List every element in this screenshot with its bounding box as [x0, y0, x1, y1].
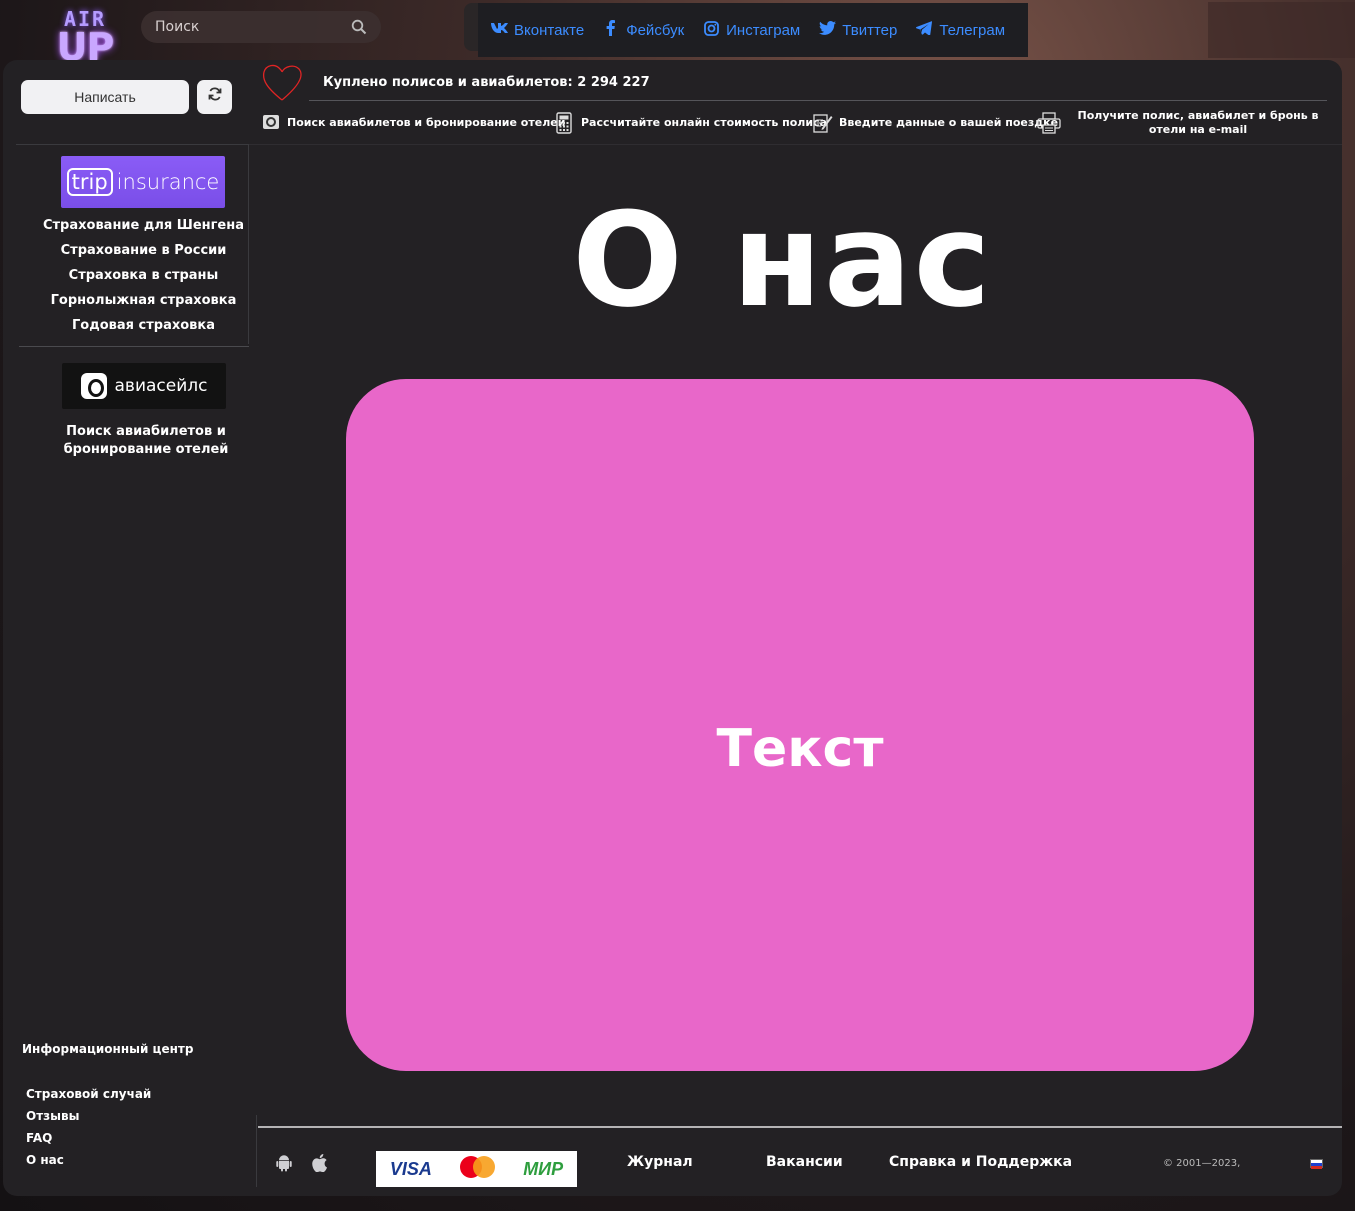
social-vk[interactable]: Вконтакте — [490, 22, 584, 39]
social-telegram[interactable]: Телеграм — [915, 21, 1005, 39]
insurance-links: Страхование для Шенгена Страхование в Ро… — [41, 213, 246, 338]
visa-logo: VISA — [389, 1158, 432, 1179]
info-center-links: Страховой случай Отзывы FAQ О нас — [26, 1083, 151, 1171]
social-vk-label: Вконтакте — [514, 21, 585, 39]
social-facebook-label: Фейсбук — [626, 21, 685, 39]
twitter-icon — [818, 21, 836, 39]
info-link-faq[interactable]: FAQ — [26, 1127, 151, 1149]
footer-link-support[interactable]: Справка и Поддержка — [889, 1154, 1072, 1170]
refresh-icon — [208, 87, 222, 105]
sidebar-link-schengen[interactable]: Страхование для Шенгена — [41, 213, 246, 238]
payment-methods: VISA МИР — [376, 1151, 577, 1187]
info-link-insurance-case[interactable]: Страховой случай — [26, 1083, 151, 1105]
ticket-icon — [261, 112, 281, 134]
mastercard-logo — [459, 1156, 496, 1182]
sidebar-link-russia[interactable]: Страхование в России — [41, 238, 246, 263]
language-flag-ru-icon[interactable] — [1310, 1159, 1323, 1169]
footer-link-journal[interactable]: Журнал — [627, 1154, 693, 1170]
step-receive: Получите полис, авиабилет и бронь в отел… — [1037, 102, 1329, 144]
social-instagram[interactable]: Инстаграм — [702, 20, 801, 40]
social-facebook[interactable]: Фейсбук — [602, 20, 684, 40]
step-search: Поиск авиабилетов и бронирование отелей — [261, 102, 565, 144]
instagram-icon — [702, 20, 720, 40]
header-corner-panel — [1208, 2, 1355, 58]
mir-logo: МИР — [523, 1158, 564, 1179]
social-twitter[interactable]: Твиттер — [818, 21, 897, 39]
vk-icon — [490, 22, 508, 38]
about-card-text: Текст — [716, 719, 884, 779]
step-search-text: Поиск авиабилетов и бронирование отелей — [287, 116, 566, 129]
apple-icon[interactable] — [311, 1154, 328, 1177]
logo-up: UP — [56, 25, 115, 69]
aviasales-logo-text: авиасейлс — [114, 376, 208, 396]
search-icon[interactable] — [351, 19, 367, 35]
step-enter-data-text: Введите данные о вашей поездке — [839, 116, 1059, 129]
edit-form-icon — [813, 112, 833, 134]
header-divider — [309, 100, 1327, 101]
page-title: О нас — [572, 184, 993, 336]
footer-link-vacancies[interactable]: Вакансии — [766, 1154, 843, 1170]
refresh-button[interactable] — [197, 80, 232, 114]
android-icon[interactable] — [275, 1154, 293, 1177]
social-links: Вконтакте Фейсбук Инстаграм Твиттер Теле… — [478, 3, 1028, 57]
sidebar-link-countries[interactable]: Страховка в страны — [41, 263, 246, 288]
search-box — [141, 11, 381, 43]
trip-insurance-logo[interactable]: trip insurance — [61, 156, 225, 208]
content-top-divider — [249, 144, 1342, 145]
policy-counter: Куплено полисов и авиабилетов: 2 294 227 — [323, 75, 650, 90]
social-telegram-label: Телеграм — [939, 21, 1006, 39]
app-links — [275, 1154, 328, 1177]
sidebar: Написать trip insurance Страхование для … — [11, 60, 249, 1196]
facebook-icon — [602, 20, 620, 40]
sidebar-link-ski[interactable]: Горнолыжная страховка — [41, 288, 246, 313]
aviasales-logo[interactable]: авиасейлс — [62, 363, 226, 409]
main-panel: Написать trip insurance Страхование для … — [3, 60, 1342, 1196]
calculator-icon — [555, 112, 575, 134]
aviasales-badge-icon — [80, 373, 107, 399]
footer-divider — [258, 1126, 1342, 1128]
step-receive-text: Получите полис, авиабилет и бронь в отел… — [1077, 109, 1319, 136]
trip-logo-part1: trip — [66, 168, 113, 196]
footer-vertical-divider — [256, 1115, 257, 1187]
trip-logo-part2: insurance — [116, 170, 220, 194]
steps-bar: Поиск авиабилетов и бронирование отелей … — [255, 102, 1342, 144]
social-twitter-label: Твиттер — [842, 21, 898, 39]
write-button[interactable]: Написать — [21, 80, 189, 114]
step-enter-data: Введите данные о вашей поездке — [813, 102, 1058, 144]
info-center-title: Информационный центр — [22, 1042, 194, 1056]
info-link-reviews[interactable]: Отзывы — [26, 1105, 151, 1127]
social-instagram-label: Инстаграм — [726, 21, 801, 39]
sidebar-link-annual[interactable]: Годовая страховка — [41, 313, 246, 338]
search-input[interactable] — [155, 19, 351, 35]
aviasales-link[interactable]: Поиск авиабилетов и бронирование отелей — [51, 423, 241, 459]
top-bar: AIR UP Вконтакте Фейсбук Инстаграм — [0, 0, 1355, 66]
info-link-about[interactable]: О нас — [26, 1149, 151, 1171]
heart-icon — [259, 60, 305, 106]
sidebar-divider — [19, 346, 249, 347]
step-calculate-text: Рассчитайте онлайн стоимость полиса — [581, 116, 827, 129]
site-logo[interactable]: AIR UP — [52, 8, 118, 66]
about-card: Текст — [346, 379, 1254, 1071]
step-calculate: Рассчитайте онлайн стоимость полиса — [555, 102, 827, 144]
telegram-icon — [915, 21, 933, 39]
copyright: © 2001—2023, — [1163, 1158, 1241, 1169]
printer-icon — [1037, 112, 1061, 134]
